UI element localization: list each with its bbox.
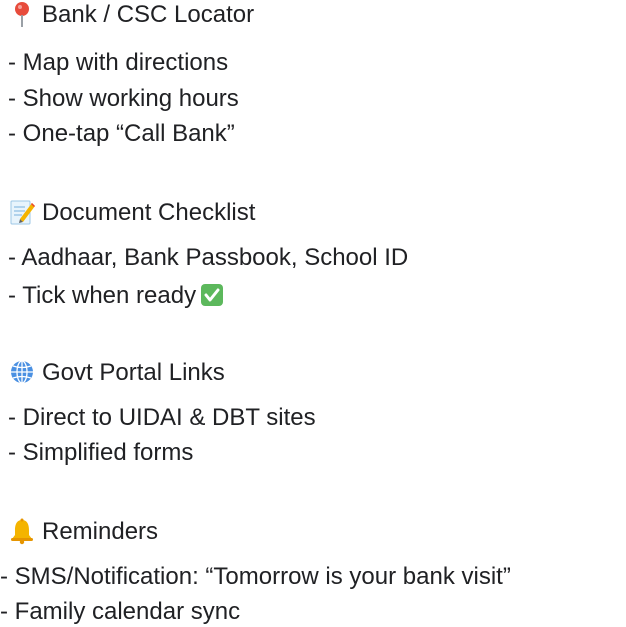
- list-item: - SMS/Notification: “Tomorrow is your ba…: [0, 563, 511, 590]
- list-item: - One-tap “Call Bank”: [8, 120, 235, 147]
- list-item: - Aadhaar, Bank Passbook, School ID: [8, 244, 409, 271]
- bell-icon: [8, 517, 36, 545]
- section-title: Reminders: [42, 518, 159, 545]
- list-item: - Map with directions: [8, 49, 229, 76]
- bullet: -: [0, 563, 15, 590]
- list-item: - Direct to UIDAI & DBT sites: [8, 404, 316, 431]
- list-item: - Family calendar sync: [0, 598, 241, 625]
- globe-icon: [8, 358, 36, 386]
- list-item: - Tick when ready: [8, 281, 224, 311]
- section-heading-reminders: Reminders: [8, 517, 158, 547]
- bullet: -: [8, 404, 23, 431]
- section-heading-checklist: Document Checklist: [8, 198, 255, 228]
- list-item: - Show working hours: [8, 85, 239, 112]
- feature-list-document: Bank / CSC Locator - Map with directions…: [0, 0, 626, 625]
- section-title: Govt Portal Links: [42, 359, 225, 386]
- bullet: -: [8, 282, 23, 309]
- list-item: - Simplified forms: [8, 439, 194, 466]
- bullet: -: [8, 439, 23, 466]
- bullet: -: [8, 244, 22, 271]
- pin-icon: [8, 0, 36, 28]
- section-heading-portal: Govt Portal Links: [8, 358, 225, 388]
- check-mark-button-icon: [200, 283, 224, 307]
- bullet: -: [8, 85, 23, 112]
- section-title: Bank / CSC Locator: [42, 1, 255, 28]
- section-heading-locator: Bank / CSC Locator: [8, 0, 254, 30]
- section-title: Document Checklist: [42, 199, 256, 226]
- bullet: -: [8, 49, 23, 76]
- bullet: -: [8, 120, 23, 147]
- memo-icon: [8, 198, 36, 226]
